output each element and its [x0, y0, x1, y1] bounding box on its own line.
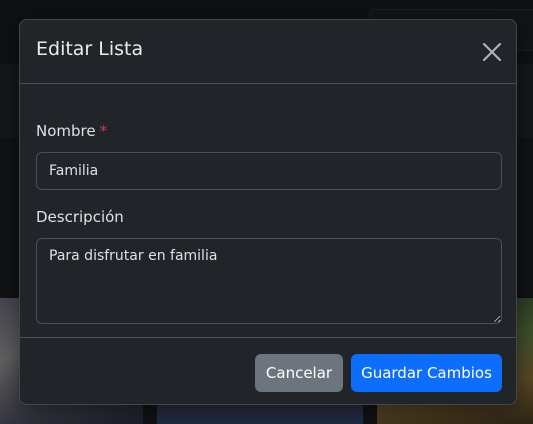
modal-footer: Cancelar Guardar Cambios: [20, 337, 516, 404]
close-button[interactable]: [480, 40, 504, 64]
cancel-button[interactable]: Cancelar: [255, 354, 343, 392]
description-label: Descripción: [36, 208, 124, 226]
edit-list-modal: Editar Lista Nombre* Descripción Para di…: [19, 19, 517, 405]
description-textarea[interactable]: Para disfrutar en familia: [36, 238, 502, 324]
name-label-text: Nombre: [36, 122, 96, 140]
close-icon: [483, 43, 501, 61]
name-input[interactable]: [36, 152, 502, 190]
name-label: Nombre *: [36, 122, 107, 140]
required-marker: *: [99, 122, 108, 140]
save-changes-button[interactable]: Guardar Cambios: [351, 354, 502, 392]
modal-header: Editar Lista: [20, 20, 516, 84]
modal-title: Editar Lista: [36, 38, 144, 60]
